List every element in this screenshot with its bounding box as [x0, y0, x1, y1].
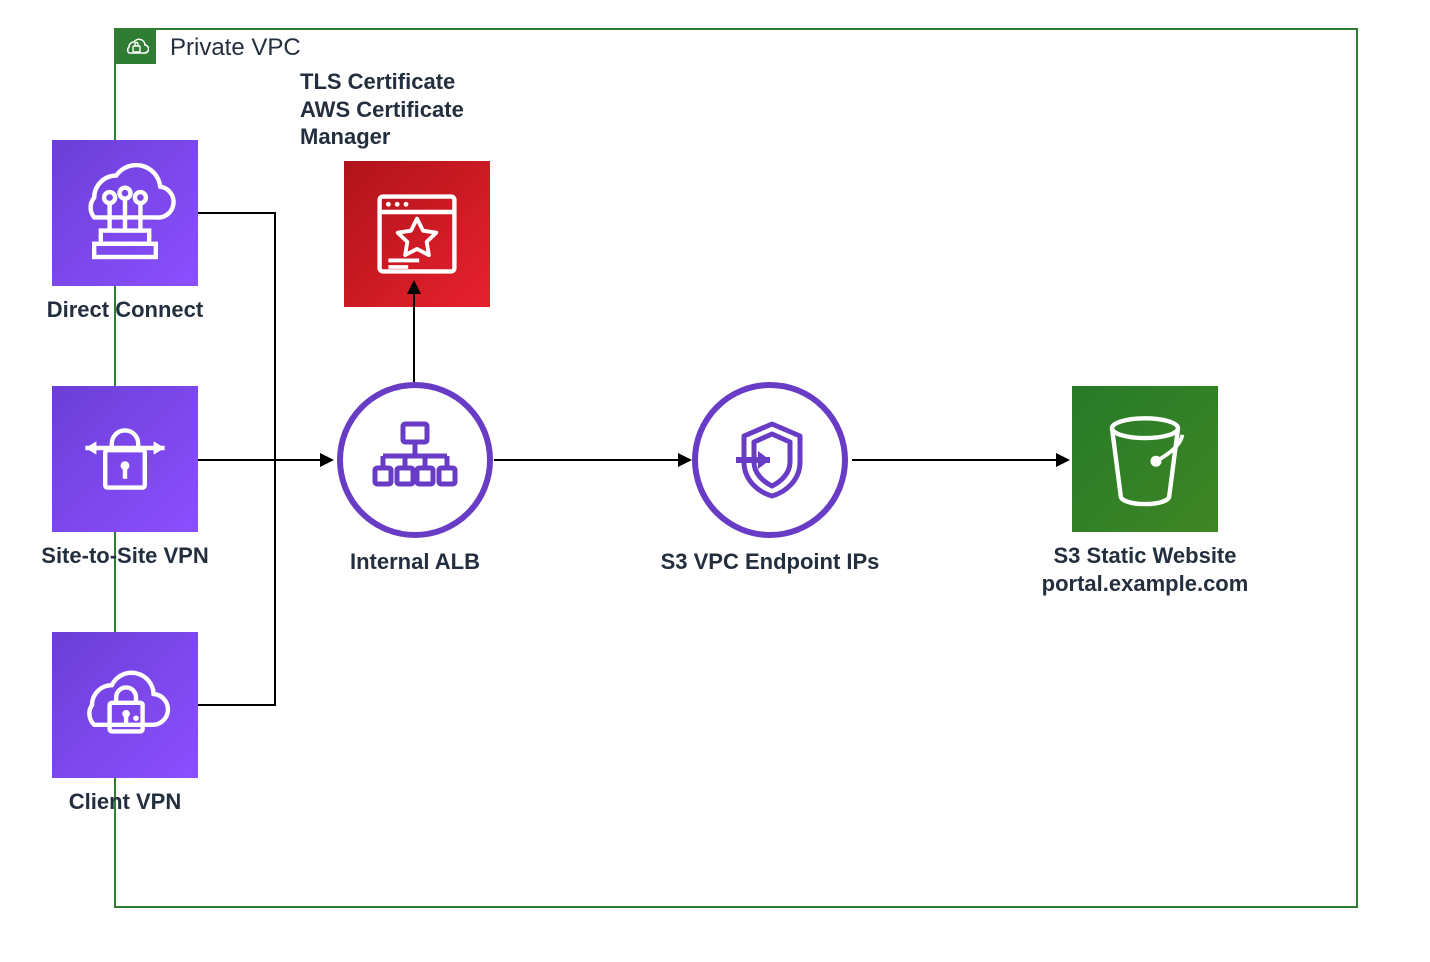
diagram-canvas: Private VPC Direct Connect [0, 0, 1430, 962]
arrow-endpoint-to-s3 [0, 0, 1430, 962]
